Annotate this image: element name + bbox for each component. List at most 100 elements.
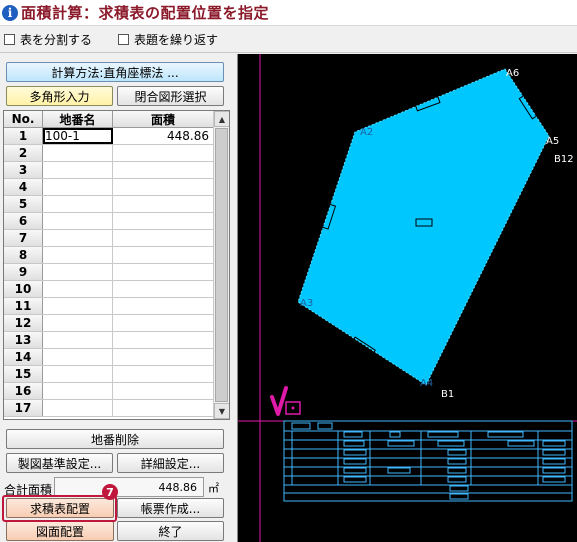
lot-name-cell[interactable] xyxy=(43,196,113,212)
area-cell[interactable] xyxy=(113,162,214,178)
drawing-canvas[interactable]: A6 A2 A5 B12 A3 A4 B1 xyxy=(237,54,577,542)
row-number[interactable]: 12 xyxy=(4,315,43,331)
lot-name-cell[interactable] xyxy=(43,366,113,382)
table-row[interactable]: 7 xyxy=(4,230,229,247)
table-row[interactable]: 14 xyxy=(4,349,229,366)
area-cell[interactable] xyxy=(113,298,214,314)
area-cell[interactable] xyxy=(113,145,214,161)
lot-name-cell[interactable] xyxy=(43,400,113,416)
delete-lot-button[interactable]: 地番削除 xyxy=(6,429,224,449)
checkbox-box[interactable] xyxy=(4,34,15,45)
create-form-button[interactable]: 帳票作成... xyxy=(117,498,224,518)
table-row[interactable]: 17 xyxy=(4,400,229,417)
table-row[interactable]: 10 xyxy=(4,281,229,298)
area-cell[interactable] xyxy=(113,196,214,212)
table-row[interactable]: 13 xyxy=(4,332,229,349)
repeat-title-checkbox[interactable]: 表題を繰り返す xyxy=(118,31,218,48)
lot-name-cell[interactable] xyxy=(43,213,113,229)
calc-method-button[interactable]: 計算方法:直角座標法 ... xyxy=(6,62,224,82)
lot-name-cell[interactable] xyxy=(43,315,113,331)
area-cell[interactable] xyxy=(113,281,214,297)
table-row[interactable]: 16 xyxy=(4,383,229,400)
area-cell[interactable] xyxy=(113,230,214,246)
row-number[interactable]: 16 xyxy=(4,383,43,399)
options-bar: 表を分割する 表題を繰り返す xyxy=(0,27,577,53)
header-lot-name[interactable]: 地番名 xyxy=(43,111,113,127)
table-row[interactable]: 4 xyxy=(4,179,229,196)
row-number[interactable]: 9 xyxy=(4,264,43,280)
table-row[interactable]: 15 xyxy=(4,366,229,383)
table-row[interactable]: 2 xyxy=(4,145,229,162)
scroll-thumb[interactable] xyxy=(215,128,228,402)
row-number[interactable]: 1 xyxy=(4,128,43,144)
area-cell[interactable] xyxy=(113,247,214,263)
row-number[interactable]: 17 xyxy=(4,400,43,416)
lot-name-cell[interactable] xyxy=(43,281,113,297)
lot-name-cell[interactable] xyxy=(43,145,113,161)
lot-name-cell[interactable]: 100-1 xyxy=(43,128,113,144)
total-area-unit: ㎡ xyxy=(208,482,219,495)
split-table-checkbox[interactable]: 表を分割する xyxy=(4,31,92,48)
header-no[interactable]: No. xyxy=(4,111,43,127)
table-row[interactable]: 3 xyxy=(4,162,229,179)
area-cell[interactable] xyxy=(113,349,214,365)
point-label: B1 xyxy=(441,389,454,400)
total-area-value: 448.86 xyxy=(54,477,204,497)
area-cell[interactable] xyxy=(113,315,214,331)
lot-name-cell[interactable] xyxy=(43,264,113,280)
finish-button[interactable]: 終了 xyxy=(117,521,224,541)
table-scrollbar[interactable]: ▲ ▼ xyxy=(213,111,229,419)
area-cell[interactable] xyxy=(113,400,214,416)
header-area[interactable]: 面積 xyxy=(113,111,214,127)
row-number[interactable]: 8 xyxy=(4,247,43,263)
area-cell[interactable] xyxy=(113,383,214,399)
table-row[interactable]: 9 xyxy=(4,264,229,281)
checkbox-box[interactable] xyxy=(118,34,130,45)
table-row[interactable]: 12 xyxy=(4,315,229,332)
area-cell[interactable] xyxy=(113,264,214,280)
scroll-down-icon[interactable]: ▼ xyxy=(214,403,229,419)
row-number[interactable]: 10 xyxy=(4,281,43,297)
row-number[interactable]: 7 xyxy=(4,230,43,246)
point-label: A3 xyxy=(300,298,313,309)
row-number[interactable]: 3 xyxy=(4,162,43,178)
table-row[interactable]: 1 100-1 448.86 xyxy=(4,128,229,145)
lot-name-cell[interactable] xyxy=(43,179,113,195)
lot-name-cell[interactable] xyxy=(43,298,113,314)
point-label: A2 xyxy=(360,127,373,138)
table-row[interactable]: 5 xyxy=(4,196,229,213)
row-number[interactable]: 13 xyxy=(4,332,43,348)
point-label: A5 xyxy=(546,136,559,147)
polygon-input-button[interactable]: 多角形入力 xyxy=(6,86,113,106)
area-cell[interactable] xyxy=(113,366,214,382)
table-body: 1 100-1 448.86 2 3 4 5 6 7 8 9 10 11 12 13 14 15 16 17 xyxy=(4,128,229,417)
row-number[interactable]: 4 xyxy=(4,179,43,195)
area-cell[interactable] xyxy=(113,332,214,348)
lot-name-cell[interactable] xyxy=(43,162,113,178)
row-number[interactable]: 2 xyxy=(4,145,43,161)
row-number[interactable]: 15 xyxy=(4,366,43,382)
table-row[interactable]: 6 xyxy=(4,213,229,230)
place-table-button[interactable]: 求積表配置 xyxy=(6,498,114,518)
table-row[interactable]: 11 xyxy=(4,298,229,315)
area-cell[interactable] xyxy=(113,213,214,229)
table-row[interactable]: 8 xyxy=(4,247,229,264)
lot-name-cell[interactable] xyxy=(43,247,113,263)
place-drawing-button[interactable]: 図面配置 xyxy=(6,521,114,541)
lot-polygon[interactable] xyxy=(297,68,550,386)
row-number[interactable]: 11 xyxy=(4,298,43,314)
detail-settings-button[interactable]: 詳細設定... xyxy=(117,453,224,473)
drawing-svg[interactable]: A6 A2 A5 B12 A3 A4 B1 xyxy=(238,54,577,542)
closed-figure-select-button[interactable]: 閉合図形選択 xyxy=(117,86,224,106)
area-cell[interactable] xyxy=(113,179,214,195)
row-number[interactable]: 6 xyxy=(4,213,43,229)
row-number[interactable]: 5 xyxy=(4,196,43,212)
lot-name-cell[interactable] xyxy=(43,332,113,348)
row-number[interactable]: 14 xyxy=(4,349,43,365)
area-cell[interactable]: 448.86 xyxy=(113,128,214,144)
lot-name-cell[interactable] xyxy=(43,383,113,399)
drafting-settings-button[interactable]: 製図基準設定... xyxy=(6,453,113,473)
lot-name-cell[interactable] xyxy=(43,230,113,246)
scroll-up-icon[interactable]: ▲ xyxy=(214,111,229,127)
lot-name-cell[interactable] xyxy=(43,349,113,365)
